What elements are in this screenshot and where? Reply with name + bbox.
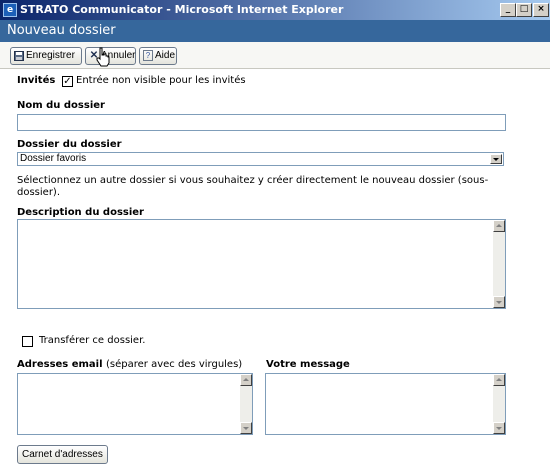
ie-icon: e (3, 3, 17, 17)
page-header: Nouveau dossier (0, 20, 550, 42)
question-icon: ? (143, 50, 153, 61)
message-scrollbar[interactable] (493, 374, 505, 434)
minimize-button[interactable]: _ (500, 3, 516, 17)
folder-name-input[interactable] (17, 114, 506, 131)
message-label: Votre message (266, 359, 350, 370)
help-button-label: Aide (155, 50, 176, 61)
chevron-down-icon[interactable] (490, 154, 502, 164)
page-title: Nouveau dossier (7, 23, 116, 38)
guests-checkbox-label: Entrée non visible pour les invités (76, 75, 246, 86)
window-titlebar[interactable]: e STRATO Communicator - Microsoft Intern… (0, 0, 550, 20)
scroll-up-icon[interactable] (493, 374, 505, 386)
description-scrollbar[interactable] (493, 220, 505, 308)
transfer-checkbox[interactable] (22, 336, 33, 347)
scroll-up-icon[interactable] (240, 374, 252, 386)
emails-label: Adresses email (17, 359, 103, 370)
scroll-down-icon[interactable] (240, 422, 252, 434)
emails-scrollbar[interactable] (240, 374, 252, 434)
floppy-icon (14, 51, 24, 61)
description-label: Description du dossier (17, 207, 144, 218)
toolbar: Enregistrer ✕ Annuler ? Aide (0, 42, 550, 69)
parent-folder-hint: Sélectionnez un autre dossier si vous so… (17, 175, 489, 186)
save-button[interactable]: Enregistrer (10, 47, 82, 65)
maximize-button[interactable]: □ (516, 3, 532, 17)
emails-textarea[interactable] (17, 373, 253, 435)
parent-folder-select[interactable]: Dossier favoris (17, 152, 504, 166)
scroll-down-icon[interactable] (493, 422, 505, 434)
guests-checkbox[interactable]: ✓ (62, 76, 73, 87)
scroll-down-icon[interactable] (493, 296, 505, 308)
save-button-label: Enregistrer (26, 50, 75, 61)
close-button[interactable]: × (533, 3, 549, 17)
parent-folder-label: Dossier du dossier (17, 139, 122, 150)
browser-window: e STRATO Communicator - Microsoft Intern… (0, 0, 550, 471)
message-textarea[interactable] (265, 373, 506, 435)
parent-folder-hint-cont: dossier). (17, 187, 61, 198)
hand-cursor-icon (96, 47, 110, 67)
transfer-checkbox-label: Transférer ce dossier. (39, 335, 146, 346)
checkmark-icon: ✓ (63, 76, 72, 87)
description-textarea[interactable] (17, 219, 506, 309)
parent-folder-selected: Dossier favoris (20, 153, 87, 164)
scroll-up-icon[interactable] (493, 220, 505, 232)
cancel-button[interactable]: ✕ Annuler (85, 47, 136, 65)
window-title: STRATO Communicator - Microsoft Internet… (20, 3, 344, 16)
address-book-button-label: Carnet d'adresses (22, 449, 103, 460)
help-button[interactable]: ? Aide (139, 47, 177, 65)
guests-label: Invités (17, 75, 56, 86)
address-book-button[interactable]: Carnet d'adresses (17, 445, 108, 464)
emails-hint: (séparer avec des virgules) (106, 359, 243, 370)
form-area: Invités ✓ Entrée non visible pour les in… (0, 68, 550, 471)
folder-name-label: Nom du dossier (17, 100, 105, 111)
